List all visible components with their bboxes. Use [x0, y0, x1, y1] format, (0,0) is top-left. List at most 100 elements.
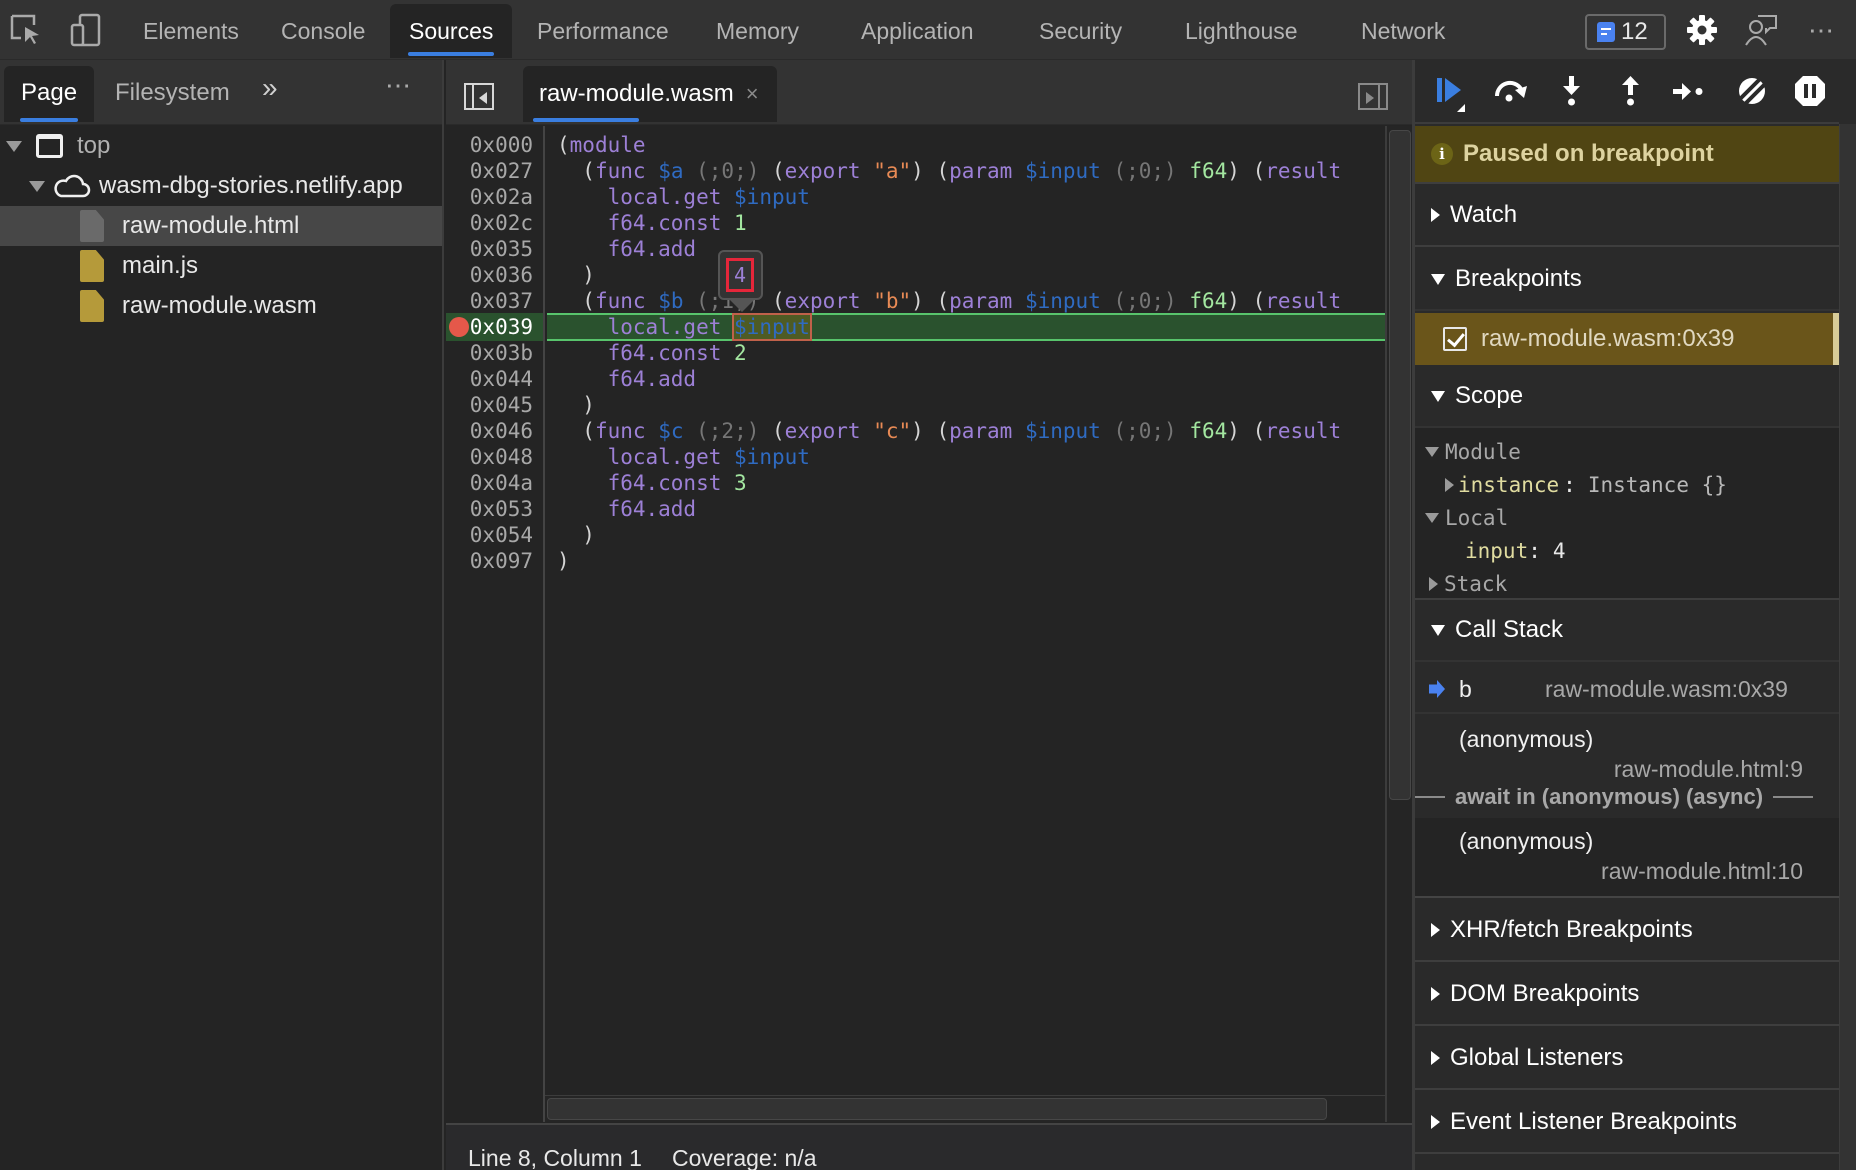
- scrollbar-thumb[interactable]: [547, 1098, 1327, 1120]
- tab-application[interactable]: Application: [842, 4, 993, 58]
- scope-property-input[interactable]: input: 4: [1465, 535, 1566, 567]
- code-line[interactable]: ): [557, 262, 595, 288]
- line-address[interactable]: 0x039: [470, 314, 533, 340]
- line-address[interactable]: 0x048: [470, 444, 533, 470]
- tab-security[interactable]: Security: [1020, 4, 1141, 58]
- tab-sources[interactable]: Sources: [390, 4, 513, 58]
- device-toolbar-button[interactable]: [68, 12, 104, 48]
- line-address[interactable]: 0x045: [470, 392, 533, 418]
- section-xhr-breakpoints[interactable]: XHR/fetch Breakpoints: [1415, 900, 1839, 962]
- tab-memory[interactable]: Memory: [697, 4, 818, 58]
- call-frame-current[interactable]: b raw-module.wasm:0x39: [1415, 664, 1839, 714]
- line-address[interactable]: 0x044: [470, 366, 533, 392]
- code-line[interactable]: local.get $input: [557, 313, 812, 341]
- resume-button[interactable]: [1433, 74, 1467, 112]
- code-line[interactable]: local.get $input: [557, 444, 810, 470]
- toggle-debugger-button[interactable]: [1358, 83, 1388, 110]
- pause-on-exceptions-button[interactable]: [1793, 74, 1827, 108]
- issues-counter-button[interactable]: 12: [1585, 14, 1666, 50]
- step-into-button[interactable]: [1555, 74, 1589, 108]
- call-frame[interactable]: (anonymous) raw-module.html:10: [1415, 818, 1839, 898]
- navigator-menu-icon[interactable]: ⋯: [385, 70, 413, 101]
- section-breakpoints[interactable]: Breakpoints: [1415, 249, 1839, 311]
- scope-module[interactable]: Module: [1425, 436, 1521, 468]
- close-icon[interactable]: ×: [746, 81, 759, 107]
- line-address[interactable]: 0x000: [470, 132, 533, 158]
- editor-horizontal-scrollbar[interactable]: [545, 1095, 1385, 1122]
- feedback-button[interactable]: [1743, 12, 1779, 48]
- editor-tab-raw-module-wasm[interactable]: raw-module.wasm ×: [523, 66, 777, 122]
- section-dom-breakpoints[interactable]: DOM Breakpoints: [1415, 964, 1839, 1026]
- tree-item-file[interactable]: main.js: [0, 246, 442, 286]
- editor-vertical-scrollbar[interactable]: [1385, 126, 1412, 1122]
- code-line[interactable]: f64.const 3: [557, 470, 747, 496]
- code-line[interactable]: (module: [557, 132, 646, 158]
- code-line[interactable]: f64.const 1: [557, 210, 747, 236]
- line-address[interactable]: 0x036: [470, 262, 533, 288]
- line-address[interactable]: 0x053: [470, 496, 533, 522]
- breakpoint-checkbox[interactable]: [1443, 327, 1467, 351]
- inspect-element-button[interactable]: [8, 12, 44, 48]
- tree-item-domain[interactable]: wasm-dbg-stories.netlify.app: [0, 166, 442, 206]
- expand-arrow-icon[interactable]: [6, 140, 22, 152]
- more-tabs-chevron-icon[interactable]: »: [262, 72, 278, 104]
- section-call-stack[interactable]: Call Stack: [1415, 600, 1839, 662]
- tab-console[interactable]: Console: [262, 4, 384, 58]
- tab-lighthouse[interactable]: Lighthouse: [1166, 4, 1317, 58]
- section-event-listener-breakpoints[interactable]: Event Listener Breakpoints: [1415, 1092, 1839, 1154]
- section-global-listeners[interactable]: Global Listeners: [1415, 1028, 1839, 1090]
- line-number-gutter[interactable]: 0x000 0x027 0x02a 0x02c 0x035 0x036 0x037 0x039…: [446, 126, 545, 1122]
- code-line[interactable]: (func $c (;2;) (export "c") (param $inpu…: [557, 418, 1341, 444]
- settings-button[interactable]: [1684, 12, 1720, 48]
- code-line[interactable]: ): [557, 548, 570, 574]
- frame-location[interactable]: raw-module.wasm:0x39: [1545, 676, 1788, 703]
- navigator-tab-page[interactable]: Page: [4, 66, 95, 122]
- section-watch[interactable]: Watch: [1415, 185, 1839, 247]
- line-address[interactable]: 0x054: [470, 522, 533, 548]
- more-options-icon[interactable]: ⋯: [1804, 12, 1840, 48]
- line-address[interactable]: 0x04a: [470, 470, 533, 496]
- code-line[interactable]: (func $a (;0;) (export "a") (param $inpu…: [557, 158, 1341, 184]
- line-address[interactable]: 0x02c: [470, 210, 533, 236]
- tab-performance[interactable]: Performance: [518, 4, 688, 58]
- section-scope[interactable]: Scope: [1415, 366, 1839, 428]
- breakpoint-item[interactable]: raw-module.wasm:0x39: [1415, 313, 1839, 365]
- code-line[interactable]: local.get $input: [557, 184, 810, 210]
- step-button[interactable]: [1671, 74, 1705, 108]
- deactivate-breakpoints-button[interactable]: [1735, 74, 1769, 108]
- code-line[interactable]: f64.add: [557, 496, 697, 522]
- code-line[interactable]: ): [557, 392, 595, 418]
- step-out-button[interactable]: [1614, 74, 1648, 108]
- line-address[interactable]: 0x03b: [470, 340, 533, 366]
- line-address[interactable]: 0x046: [470, 418, 533, 444]
- scope-stack[interactable]: Stack: [1429, 568, 1507, 600]
- tab-elements[interactable]: Elements: [124, 4, 258, 58]
- tree-item-top[interactable]: top: [0, 126, 442, 166]
- code-editor[interactable]: (module (func $a (;0;) (export "a") (par…: [547, 126, 1385, 1122]
- scrollbar-thumb[interactable]: [1389, 130, 1411, 800]
- line-address[interactable]: 0x097: [470, 548, 533, 574]
- tab-network[interactable]: Network: [1342, 4, 1464, 58]
- step-over-button[interactable]: [1493, 74, 1527, 108]
- frame-location[interactable]: raw-module.html:10: [1601, 858, 1803, 885]
- code-line[interactable]: f64.add: [557, 366, 697, 392]
- line-address[interactable]: 0x037: [470, 288, 533, 314]
- hovered-token[interactable]: $input: [732, 313, 812, 341]
- code-line[interactable]: ): [557, 522, 595, 548]
- line-address[interactable]: 0x035: [470, 236, 533, 262]
- expand-arrow-icon[interactable]: [29, 180, 45, 192]
- scope-property-instance[interactable]: instance: Instance {}: [1445, 469, 1727, 501]
- sidebar-scrollbar[interactable]: [1839, 124, 1856, 1170]
- scope-local[interactable]: Local: [1425, 502, 1508, 534]
- code-line[interactable]: f64.add: [557, 236, 697, 262]
- code-line[interactable]: (func $b (;1;) (export "b") (param $inpu…: [557, 288, 1341, 314]
- line-address[interactable]: 0x027: [470, 158, 533, 184]
- tree-item-file[interactable]: raw-module.wasm: [0, 286, 442, 326]
- line-address[interactable]: 0x02a: [470, 184, 533, 210]
- toggle-navigator-button[interactable]: [464, 83, 494, 110]
- breakpoint-marker-icon[interactable]: [449, 317, 469, 337]
- code-line[interactable]: f64.const 2: [557, 340, 747, 366]
- tree-item-file[interactable]: raw-module.html: [0, 206, 442, 246]
- navigator-tab-filesystem[interactable]: Filesystem: [98, 66, 247, 122]
- call-frame[interactable]: (anonymous) raw-module.html:9: [1415, 716, 1839, 782]
